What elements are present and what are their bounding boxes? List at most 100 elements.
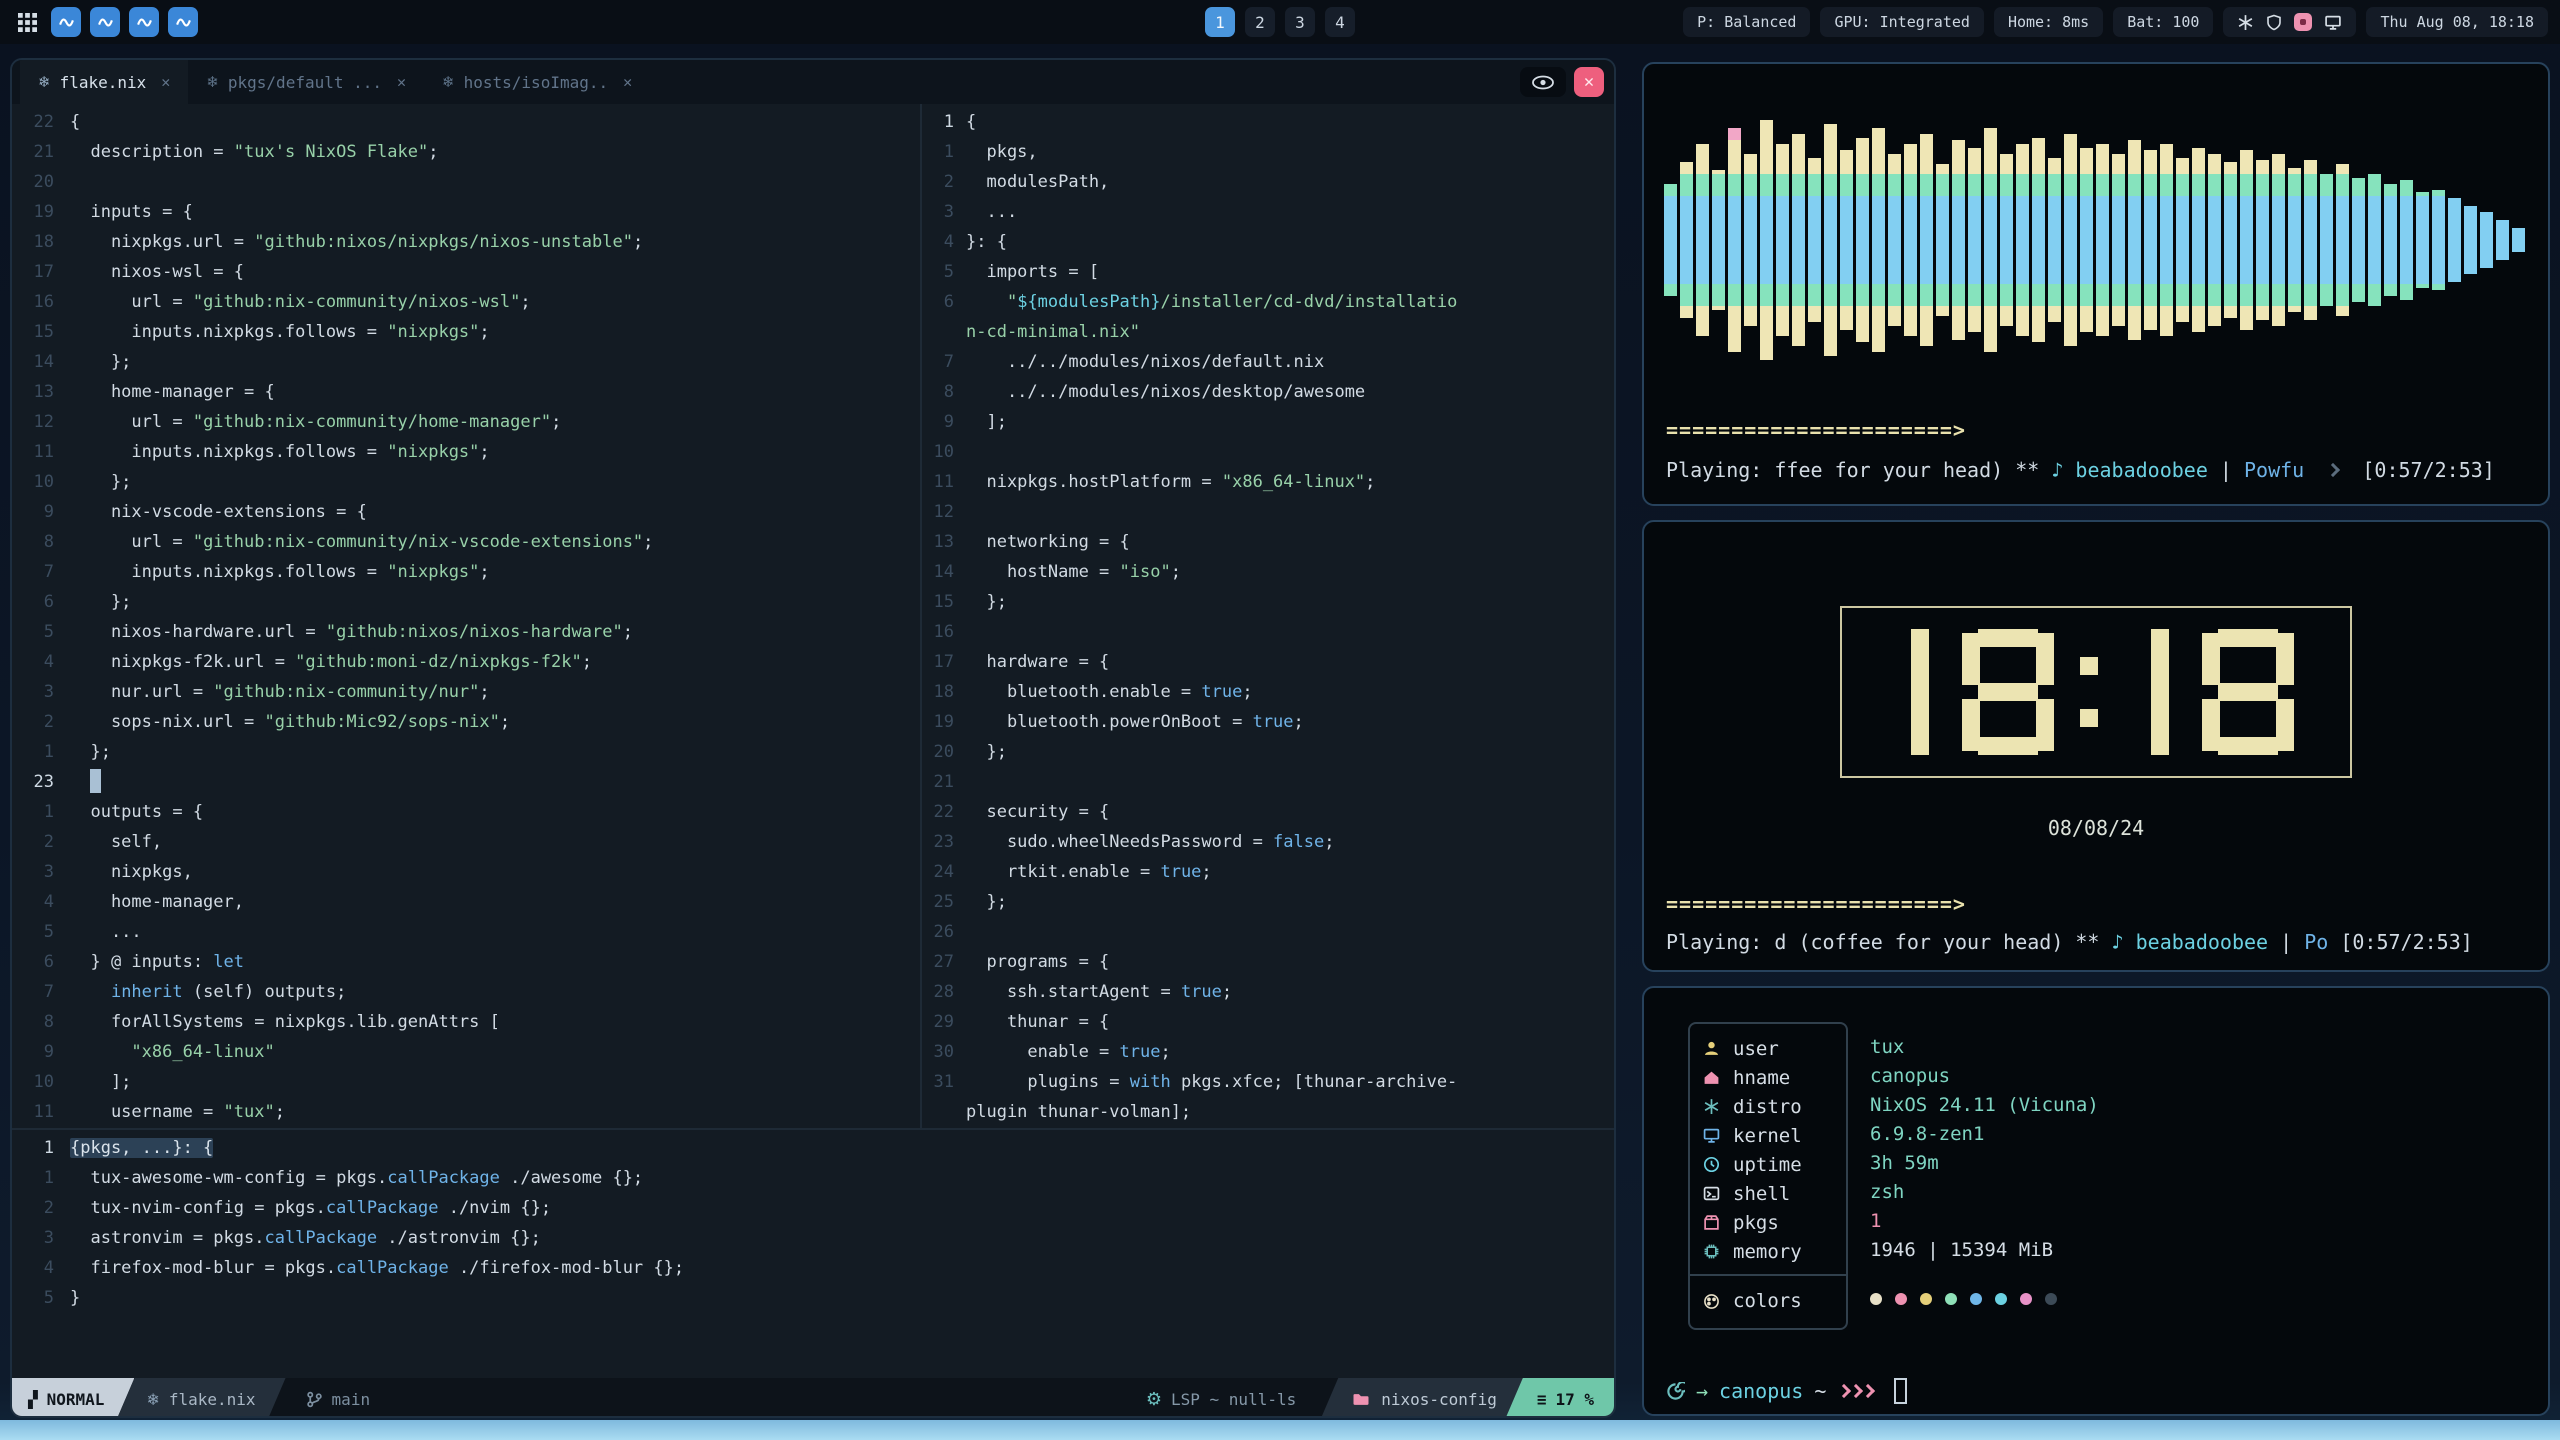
music-app-icon[interactable] bbox=[2294, 13, 2312, 31]
code-line: 16 url = "github:nix-community/nixos-wsl… bbox=[12, 287, 920, 317]
fetch-label: uptime bbox=[1733, 1154, 1802, 1176]
color-dot bbox=[1920, 1293, 1932, 1305]
code-text: outputs = { bbox=[70, 797, 203, 827]
line-number: 14 bbox=[922, 557, 966, 587]
code-text: self, bbox=[70, 827, 162, 857]
viz-bar bbox=[2320, 174, 2333, 306]
tab-flake.nix[interactable]: ❄flake.nix✕ bbox=[20, 60, 188, 104]
wallpaper-strip bbox=[0, 1420, 2560, 1440]
code-text: ]; bbox=[70, 1067, 131, 1097]
clock-digit-1 bbox=[2138, 629, 2182, 755]
clock-colon bbox=[2074, 629, 2104, 755]
close-window-button[interactable]: ✕ bbox=[1574, 67, 1604, 97]
fetch-row-hname: hname bbox=[1690, 1063, 1846, 1092]
code-line: 6 "${modulesPath}/installer/cd-dvd/insta… bbox=[922, 287, 1614, 317]
line-number: 23 bbox=[12, 767, 70, 797]
shell-prompt[interactable]: →canopus~ bbox=[1666, 1378, 1907, 1404]
code-line: 4 nixpkgs-f2k.url = "github:moni-dz/nixp… bbox=[12, 647, 920, 677]
tag-3[interactable]: 3 bbox=[1285, 7, 1315, 37]
viz-bar bbox=[1952, 140, 1965, 340]
code-line: 11 inputs.nixpkgs.follows = "nixpkgs"; bbox=[12, 437, 920, 467]
tag-4[interactable]: 4 bbox=[1325, 7, 1355, 37]
code-line: 20 bbox=[12, 167, 920, 197]
tab-close-icon[interactable]: ✕ bbox=[397, 73, 406, 91]
tab-close-icon[interactable]: ✕ bbox=[623, 73, 632, 91]
app-grid-button[interactable] bbox=[12, 7, 42, 37]
code-line: 9 nix-vscode-extensions = { bbox=[12, 497, 920, 527]
line-number: 20 bbox=[922, 737, 966, 767]
status-pill-label: P: Balanced bbox=[1697, 13, 1796, 31]
toggle-visibility-button[interactable] bbox=[1520, 67, 1566, 97]
code-text: nixos-wsl = { bbox=[70, 257, 244, 287]
editor-pane-iso[interactable]: 1{1 pkgs,2 modulesPath,3 ...4}: {5 impor… bbox=[922, 104, 1614, 1128]
line-number: 2 bbox=[922, 167, 966, 197]
code-line: 2 self, bbox=[12, 827, 920, 857]
statusline: ▞ NORMAL ❄ flake.nix main ⚙ LSP ~ null-l… bbox=[12, 1378, 1614, 1418]
line-number: 1 bbox=[12, 737, 70, 767]
code-line: 1{pkgs, ...}: { bbox=[12, 1133, 1614, 1163]
code-text: tux-nvim-config = pkgs.callPackage ./nvi… bbox=[70, 1193, 551, 1223]
terminal-icon bbox=[1703, 1185, 1720, 1202]
neovim-window: ❄flake.nix✕❄pkgs/default ...✕❄hosts/isoI… bbox=[10, 58, 1616, 1418]
line-number: 30 bbox=[922, 1037, 966, 1067]
line-number: 25 bbox=[922, 887, 966, 917]
tab-pkgs-default-...[interactable]: ❄pkgs/default ...✕ bbox=[188, 60, 424, 104]
now-playing: Playing: ffee for your head) ** ♪ beabad… bbox=[1666, 458, 2495, 482]
line-number: 22 bbox=[922, 797, 966, 827]
scroll-progress-label: 17 % bbox=[1555, 1390, 1594, 1409]
fetch-label: user bbox=[1733, 1038, 1779, 1060]
code-line: 14 hostName = "iso"; bbox=[922, 557, 1614, 587]
line-number: 16 bbox=[12, 287, 70, 317]
code-line: 11 nixpkgs.hostPlatform = "x86_64-linux"… bbox=[922, 467, 1614, 497]
tab-hosts-isoImag..[interactable]: ❄hosts/isoImag..✕ bbox=[424, 60, 650, 104]
home-icon bbox=[1703, 1069, 1720, 1086]
line-number: 10 bbox=[12, 1067, 70, 1097]
code-text: security = { bbox=[966, 797, 1109, 827]
status-area: P: BalancedGPU: IntegratedHome: 8msBat: … bbox=[1683, 7, 2548, 37]
line-number: 17 bbox=[922, 647, 966, 677]
code-line: 28 ssh.startAgent = true; bbox=[922, 977, 1614, 1007]
system-tray[interactable] bbox=[2223, 7, 2356, 37]
fetch-row-memory: memory bbox=[1690, 1237, 1846, 1266]
app-4-launcher-button[interactable] bbox=[168, 7, 198, 37]
code-text: url = "github:nix-community/home-manager… bbox=[70, 407, 561, 437]
fetch-value-hname: canopus bbox=[1870, 1061, 2099, 1090]
viz-bar bbox=[1856, 138, 1869, 342]
fetch-row-kernel: kernel bbox=[1690, 1121, 1846, 1150]
lsp-status: ⚙ LSP ~ null-ls bbox=[1122, 1378, 1320, 1418]
viz-bar bbox=[2288, 168, 2301, 312]
app-1-launcher-button[interactable] bbox=[51, 7, 81, 37]
terminal-fetch-window[interactable]: userhnamedistrokerneluptimeshellpkgsmemo… bbox=[1642, 986, 2550, 1416]
clock-digits bbox=[1898, 629, 2294, 755]
code-text: inputs.nixpkgs.follows = "nixpkgs"; bbox=[70, 557, 490, 587]
line-number: 8 bbox=[922, 377, 966, 407]
code-text: }; bbox=[70, 587, 131, 617]
nix-snowflake-icon bbox=[2237, 14, 2254, 31]
code-text: nixpkgs.hostPlatform = "x86_64-linux"; bbox=[966, 467, 1375, 497]
fetch-row-pkgs: pkgs bbox=[1690, 1208, 1846, 1237]
editor-pane-flake[interactable]: 22{21 description = "tux's NixOS Flake";… bbox=[12, 104, 920, 1128]
app-2-launcher-button[interactable] bbox=[90, 7, 120, 37]
tag-2[interactable]: 2 bbox=[1245, 7, 1275, 37]
code-text: ... bbox=[966, 197, 1017, 227]
code-text: }; bbox=[966, 587, 1007, 617]
code-text: }; bbox=[70, 347, 131, 377]
statusline-file: ❄ flake.nix bbox=[116, 1378, 285, 1418]
status-pill: Home: 8ms bbox=[1994, 7, 2103, 37]
code-line: 12 url = "github:nix-community/home-mana… bbox=[12, 407, 920, 437]
code-line: 19 inputs = { bbox=[12, 197, 920, 227]
tab-close-icon[interactable]: ✕ bbox=[161, 73, 170, 91]
viz-bar bbox=[2272, 154, 2285, 326]
chip-icon bbox=[1703, 1243, 1720, 1260]
tag-1[interactable]: 1 bbox=[1205, 7, 1235, 37]
editor-pane-pkgs[interactable]: 1{pkgs, ...}: {1 tux-awesome-wm-config =… bbox=[12, 1130, 1614, 1378]
code-text: tux-awesome-wm-config = pkgs.callPackage… bbox=[70, 1163, 643, 1193]
code-text: inherit (self) outputs; bbox=[70, 977, 346, 1007]
line-number: 17 bbox=[12, 257, 70, 287]
line-number: 27 bbox=[922, 947, 966, 977]
viz-bar bbox=[1888, 154, 1901, 326]
code-line: 21 description = "tux's NixOS Flake"; bbox=[12, 137, 920, 167]
app-3-launcher-button[interactable] bbox=[129, 7, 159, 37]
code-line: 23 bbox=[12, 767, 920, 797]
fetch-row-user: user bbox=[1690, 1034, 1846, 1063]
